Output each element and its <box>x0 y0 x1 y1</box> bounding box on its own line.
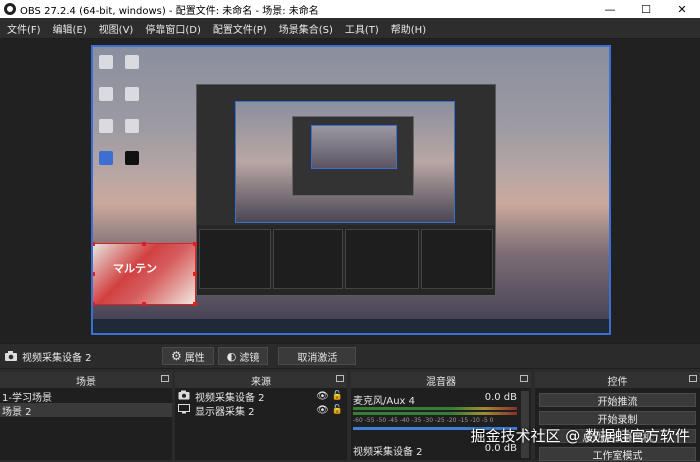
menu-scene-collection[interactable]: 场景集合(S) <box>274 21 338 36</box>
nested-docks <box>197 225 495 295</box>
resize-handle[interactable] <box>93 272 95 276</box>
filters-button[interactable]: ◐ 滤镜 <box>217 347 269 365</box>
desktop-icon <box>99 151 113 165</box>
cam-overlay-text: マルテン <box>113 262 157 275</box>
mixer-dock-header: 混音器 <box>351 372 531 389</box>
camera-icon <box>5 351 17 361</box>
desktop-icon <box>99 55 113 69</box>
source-item[interactable]: 显示器采集 2 👁 🔓 <box>175 403 347 418</box>
audio-meter <box>353 412 517 415</box>
properties-label: 属性 <box>184 352 205 364</box>
desktop-icon <box>99 119 113 133</box>
camera-icon <box>177 390 191 403</box>
controls-dock-header: 控件 <box>535 372 700 389</box>
float-icon[interactable] <box>520 375 528 382</box>
nested-panel <box>273 229 343 289</box>
audio-meter <box>353 407 517 410</box>
resize-handle[interactable] <box>93 302 95 306</box>
source-item-name: 视频采集设备 2 <box>195 392 265 404</box>
nested-preview <box>235 101 455 223</box>
menu-profile[interactable]: 配置文件(P) <box>208 21 272 36</box>
mixer-title: 混音器 <box>426 376 456 388</box>
menu-tools[interactable]: 工具(T) <box>340 21 384 36</box>
source-item-name: 显示器采集 2 <box>195 406 255 418</box>
scene-item[interactable]: 1-学习场景 <box>0 389 172 404</box>
resize-handle[interactable] <box>142 242 146 246</box>
nested-panel <box>421 229 493 289</box>
properties-button[interactable]: ⚙ 属性 <box>162 347 214 365</box>
preview-canvas[interactable]: マルテン <box>91 45 611 335</box>
sources-dock: 来源 视频采集设备 2 👁 🔓 显示器采集 2 👁 🔓 <box>175 372 347 460</box>
filters-label: 滤镜 <box>239 352 260 364</box>
maximize-button[interactable]: ☐ <box>628 0 664 18</box>
source-item[interactable]: 视频采集设备 2 👁 🔓 <box>175 389 347 404</box>
scenes-list: 1-学习场景 场景 2 <box>0 389 172 460</box>
window-title: OBS 27.2.4 (64-bit, windows) - 配置文件: 未命名… <box>20 5 319 17</box>
scenes-title: 场景 <box>76 376 96 388</box>
desktop-icon <box>99 87 113 101</box>
scenes-dock: 场景 1-学习场景 场景 2 <box>0 372 172 460</box>
captured-taskbar <box>93 319 609 333</box>
sources-title: 来源 <box>251 376 271 388</box>
desktop-icon <box>125 87 139 101</box>
desktop-icon <box>125 55 139 69</box>
nested-panel <box>199 229 271 289</box>
nested-obs-window-2 <box>292 116 414 196</box>
sources-list: 视频采集设备 2 👁 🔓 显示器采集 2 👁 🔓 <box>175 389 347 460</box>
nested-obs-window <box>196 84 496 296</box>
scenes-dock-header: 场景 <box>0 372 172 389</box>
scene-item-selected[interactable]: 场景 2 <box>0 403 172 418</box>
menu-view[interactable]: 视图(V) <box>94 21 139 36</box>
mixer-channel-name: 麦克风/Aux 4 <box>353 396 416 407</box>
visibility-eye-icon[interactable]: 👁 <box>316 391 329 402</box>
resize-handle[interactable] <box>142 302 146 306</box>
close-button[interactable]: ✕ <box>664 0 700 18</box>
float-icon[interactable] <box>689 375 697 382</box>
mixer-channel-name: 视频采集设备 2 <box>353 447 423 458</box>
minimize-button[interactable]: — <box>592 0 628 18</box>
resize-handle[interactable] <box>93 242 95 246</box>
deactivate-button[interactable]: 取消激活 <box>278 347 357 365</box>
lock-icon[interactable]: 🔓 <box>332 391 343 401</box>
mixer-dock: 混音器 麦克风/Aux 4 0.0 dB -60 -55 -50 -45 -40… <box>351 372 531 460</box>
nested-preview-2 <box>311 125 397 169</box>
resize-handle[interactable] <box>193 272 197 276</box>
menu-bar: 文件(F) 编辑(E) 视图(V) 停靠窗口(D) 配置文件(P) 场景集合(S… <box>0 18 700 39</box>
menu-help[interactable]: 帮助(H) <box>386 21 431 36</box>
gear-icon: ⚙ <box>171 349 182 363</box>
desktop-icon <box>125 119 139 133</box>
controls-title: 控件 <box>607 376 628 388</box>
lock-icon[interactable]: 🔓 <box>332 405 343 415</box>
menu-docks[interactable]: 停靠窗口(D) <box>140 21 206 36</box>
menu-edit[interactable]: 编辑(E) <box>48 21 92 36</box>
menu-file[interactable]: 文件(F) <box>2 21 46 36</box>
source-toolbar: 视频采集设备 2 ⚙ 属性 ◐ 滤镜 取消激活 <box>0 343 700 369</box>
video-capture-source[interactable]: マルテン <box>93 242 197 306</box>
watermark-text: 掘金技术社区 @ 数据蛙官方软件 <box>470 427 690 445</box>
mixer-channel-db: 0.0 dB <box>484 392 517 403</box>
obs-logo-icon <box>4 3 16 15</box>
float-icon[interactable] <box>161 375 169 382</box>
preview-area: マルテン <box>0 39 700 343</box>
monitor-icon <box>177 403 191 417</box>
title-bar: OBS 27.2.4 (64-bit, windows) - 配置文件: 未命名… <box>0 0 700 18</box>
meter-scale: -60 -55 -50 -45 -40 -35 -30 -25 -20 -15 … <box>353 417 494 424</box>
nested-panel <box>345 229 419 289</box>
desktop-icon <box>125 151 139 165</box>
studio-mode-button[interactable]: 工作室模式 <box>539 447 696 462</box>
float-icon[interactable] <box>336 375 344 382</box>
sources-dock-header: 来源 <box>175 372 347 389</box>
filter-icon: ◐ <box>226 349 237 363</box>
controls-dock: 控件 开始推流 开始录制 启动虚拟摄像机 工作室模式 <box>535 372 700 462</box>
start-recording-button[interactable]: 开始录制 <box>539 411 696 426</box>
visibility-eye-icon[interactable]: 👁 <box>316 405 329 416</box>
resize-handle[interactable] <box>193 242 197 246</box>
start-streaming-button[interactable]: 开始推流 <box>539 393 696 408</box>
selected-source-label: 视频采集设备 2 <box>22 352 92 364</box>
resize-handle[interactable] <box>193 302 197 306</box>
